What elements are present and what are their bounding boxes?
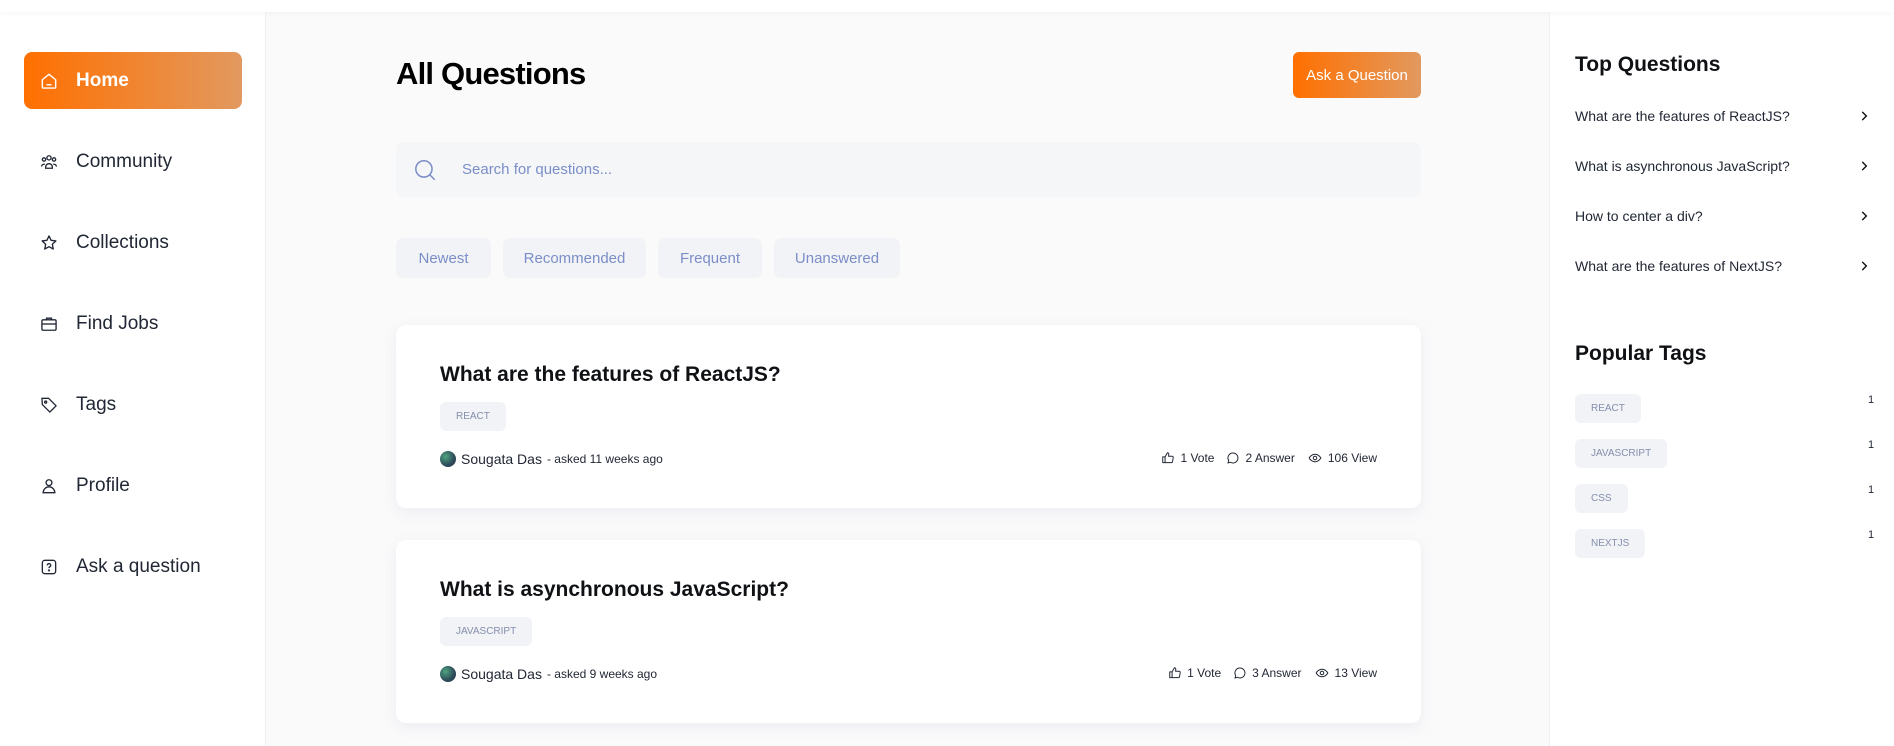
message-icon (1227, 452, 1239, 464)
asked-time: - asked 11 weeks ago (546, 452, 663, 466)
users-icon (38, 151, 60, 173)
star-icon (38, 232, 60, 254)
nav-label-ask-question: Ask a question (76, 555, 201, 577)
avatar (440, 451, 456, 467)
popular-tag[interactable]: NEXTJS (1575, 529, 1646, 558)
eye-icon (1315, 668, 1328, 678)
filter-newest[interactable]: Newest (396, 238, 491, 278)
nav-item-ask-question[interactable]: Ask a question (24, 538, 242, 595)
top-question-item[interactable]: What are the features of NextJS? (1575, 254, 1871, 278)
nav-item-profile[interactable]: Profile (24, 457, 242, 514)
search-input[interactable] (462, 142, 1362, 197)
question-author: Sougata Das - asked 9 weeks ago (440, 666, 657, 682)
search-bar (396, 142, 1421, 197)
question-card: What is asynchronous JavaScript? JAVASCR… (396, 540, 1421, 723)
popular-tags-title: Popular Tags (1575, 342, 1707, 365)
answers-metric: 2 Answer (1226, 451, 1295, 465)
ask-question-button[interactable]: Ask a Question (1293, 52, 1421, 98)
briefcase-icon (38, 313, 60, 335)
top-navbar (0, 0, 1894, 12)
tag-count: 1 (1868, 394, 1875, 406)
answers-metric: 3 Answer (1233, 666, 1302, 680)
question-tag[interactable]: JAVASCRIPT (440, 617, 533, 646)
nav-label-community: Community (76, 150, 173, 172)
nav-label-profile: Profile (76, 474, 130, 496)
popular-tag[interactable]: JAVASCRIPT (1575, 439, 1668, 468)
left-sidebar: Home Community Collections Find Jobs Tag… (0, 12, 266, 746)
user-icon (38, 475, 60, 497)
page-title: All Questions (396, 56, 586, 91)
nav-label-home: Home (76, 69, 129, 91)
top-questions-title: Top Questions (1575, 53, 1721, 76)
main-content: All Questions Ask a Question Newest Reco… (266, 12, 1549, 746)
nav-item-tags[interactable]: Tags (24, 376, 242, 433)
question-tag[interactable]: REACT (440, 402, 506, 431)
thumbs-up-icon (1169, 667, 1181, 679)
nav-label-collections: Collections (76, 231, 169, 253)
filter-recommended[interactable]: Recommended (503, 238, 646, 278)
nav-item-collections[interactable]: Collections (24, 214, 242, 271)
question-title[interactable]: What are the features of ReactJS? (440, 363, 781, 387)
asked-time: - asked 9 weeks ago (546, 667, 658, 681)
question-title[interactable]: What is asynchronous JavaScript? (440, 578, 789, 602)
votes-metric: 1 Vote (1168, 666, 1221, 680)
home-icon (38, 70, 60, 92)
top-question-item[interactable]: What are the features of ReactJS? (1575, 104, 1871, 128)
top-question-item[interactable]: How to center a div? (1575, 204, 1871, 228)
tag-icon (38, 394, 60, 416)
question-card: What are the features of ReactJS? REACT … (396, 325, 1421, 508)
filter-unanswered[interactable]: Unanswered (774, 238, 900, 278)
chevron-right-icon (1861, 161, 1868, 171)
question-metrics: 1 Vote 3 Answer 13 View (1156, 666, 1377, 680)
filter-frequent[interactable]: Frequent (658, 238, 762, 278)
message-icon (1234, 667, 1246, 679)
views-metric: 106 View (1307, 451, 1377, 465)
nav-label-tags: Tags (76, 393, 117, 415)
nav-item-community[interactable]: Community (24, 133, 242, 190)
votes-metric: 1 Vote (1161, 451, 1214, 465)
author-name[interactable]: Sougata Das (461, 451, 542, 467)
question-metrics: 1 Vote 2 Answer 106 View (1149, 451, 1377, 465)
avatar (440, 666, 456, 682)
views-metric: 13 View (1314, 666, 1377, 680)
top-question-item[interactable]: What is asynchronous JavaScript? (1575, 154, 1871, 178)
eye-icon (1308, 453, 1322, 463)
tag-count: 1 (1868, 439, 1875, 451)
question-icon (38, 556, 60, 578)
nav-item-home[interactable]: Home (24, 52, 242, 109)
nav-label-find-jobs: Find Jobs (76, 312, 159, 334)
popular-tag[interactable]: CSS (1575, 484, 1628, 513)
popular-tag[interactable]: REACT (1575, 394, 1641, 423)
search-icon (412, 157, 438, 188)
tag-count: 1 (1868, 484, 1875, 496)
chevron-right-icon (1861, 111, 1868, 121)
tag-count: 1 (1868, 529, 1875, 541)
author-name[interactable]: Sougata Das (461, 666, 542, 682)
chevron-right-icon (1861, 261, 1868, 271)
thumbs-up-icon (1162, 452, 1175, 464)
right-sidebar: Top Questions What are the features of R… (1549, 12, 1894, 746)
nav-item-find-jobs[interactable]: Find Jobs (24, 295, 242, 352)
question-author: Sougata Das - asked 11 weeks ago (440, 451, 663, 467)
chevron-right-icon (1861, 211, 1868, 221)
